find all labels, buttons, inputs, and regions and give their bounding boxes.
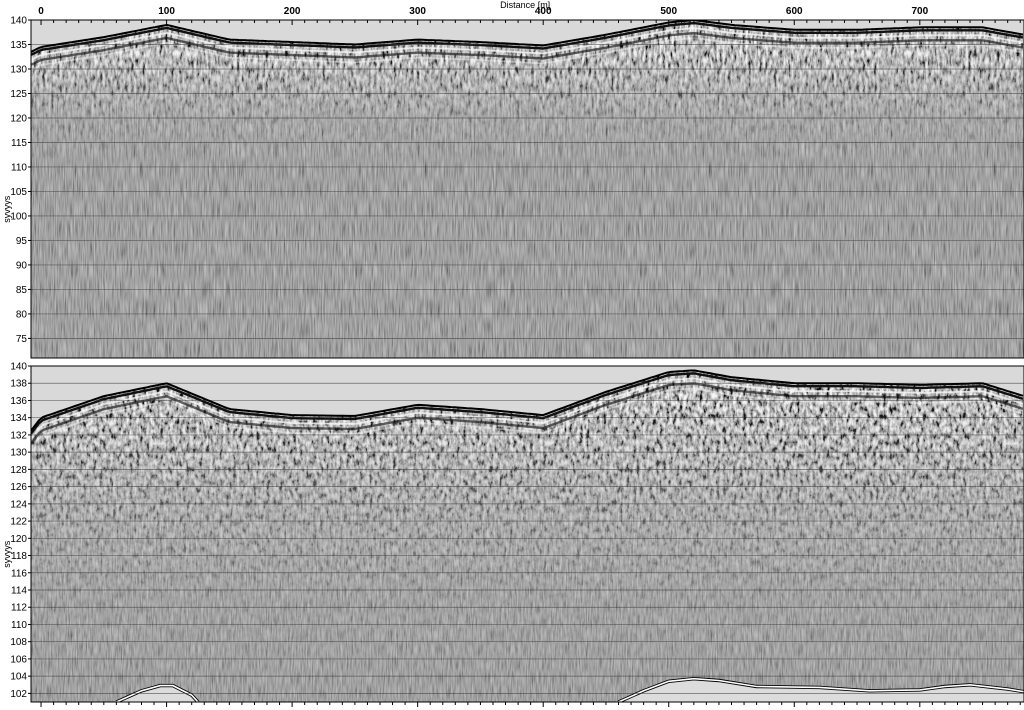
ytick-label-top-75: 75 [16,334,28,345]
ytick-label-bottom-104: 104 [10,672,27,683]
top-plot-area [31,20,1024,358]
xtick-label-700: 700 [911,6,928,17]
ytick-label-bottom-132: 132 [10,430,27,441]
ytick-label-bottom-116: 116 [11,568,27,579]
ytick-label-bottom-136: 136 [10,396,27,407]
ytick-label-top-120: 120 [10,113,27,124]
ytick-label-top-105: 105 [10,187,27,198]
top-radargram [31,20,1024,358]
ytick-label-bottom-126: 126 [10,482,27,493]
bottom-radargram [31,370,1024,702]
bottom-plot-area [31,366,1024,702]
ytick-label-bottom-108: 108 [10,637,27,648]
ytick-label-bottom-120: 120 [10,534,27,545]
radargram-figure-svg: 75 80 85 90 95 100 105 110 115 120 125 130 135 140 syv… [2,0,1024,707]
top-panel: 75 80 85 90 95 100 105 110 115 120 125 130 135 140 syv… [2,0,1024,359]
ytick-label-bottom-110: 110 [11,620,27,631]
ytick-label-top-80: 80 [16,309,28,320]
ytick-label-top-125: 125 [10,89,27,100]
ytick-label-bottom-140: 140 [10,362,27,373]
ytick-label-top-110: 110 [11,162,27,173]
ytick-label-top-115: 115 [11,138,27,149]
ytick-label-bottom-118: 118 [11,551,27,562]
ytick-label-top-95: 95 [16,236,28,247]
ytick-label-bottom-130: 130 [10,448,27,459]
ytick-label-bottom-112: 112 [11,603,27,614]
ytick-label-bottom-122: 122 [10,517,27,528]
ytick-label-top-130: 130 [10,64,27,75]
ytick-label-top-90: 90 [16,260,28,271]
xtick-label-300: 300 [409,6,426,17]
ytick-label-bottom-138: 138 [10,379,27,390]
top-ylabel: syvyys [2,195,12,223]
ytick-label-bottom-114: 114 [11,586,27,597]
xtick-label-600: 600 [786,6,803,17]
xtick-label-100: 100 [158,6,175,17]
ytick-label-bottom-124: 124 [10,499,27,510]
xtick-label-0: 0 [38,6,44,17]
xtick-label-200: 200 [284,6,301,17]
ytick-label-bottom-106: 106 [10,654,27,665]
ytick-label-top-100: 100 [10,211,27,222]
xlabel: Distance [m] [500,0,550,10]
bottom-panel: 102 104 106 108 110 112 114 116 118 120 122 124 126 1… [2,362,1024,707]
gpr-figure: 75 80 85 90 95 100 105 110 115 120 125 130 135 140 syv… [0,0,1024,710]
bottom-ylabel: syvyys [2,540,12,568]
ytick-label-top-85: 85 [16,285,28,296]
ytick-label-top-135: 135 [10,40,27,51]
ytick-label-bottom-128: 128 [10,465,27,476]
ytick-label-bottom-134: 134 [10,413,27,424]
xtick-label-500: 500 [660,6,677,17]
ytick-label-top-140: 140 [10,16,27,27]
ytick-label-bottom-102: 102 [10,689,27,700]
